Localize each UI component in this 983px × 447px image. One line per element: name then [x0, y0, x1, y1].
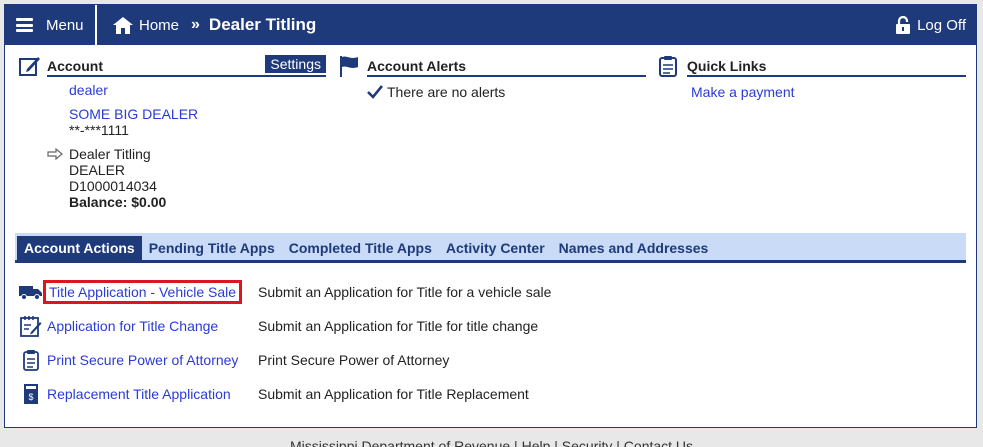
checkmark-icon [367, 85, 383, 99]
svg-text:$: $ [28, 392, 33, 402]
breadcrumb: Home » Dealer Titling [113, 15, 316, 35]
dealer-name-link[interactable]: SOME BIG DEALER [69, 106, 326, 122]
alerts-panel-header: Account Alerts [340, 55, 646, 77]
tab-names-and-addresses[interactable]: Names and Addresses [552, 236, 716, 260]
footer-separator: | [510, 438, 522, 447]
menu-label: Menu [46, 16, 84, 34]
action-description: Submit an Application for Title for titl… [258, 318, 539, 334]
breadcrumb-separator: » [191, 16, 200, 33]
action-link-replacement-title[interactable]: Replacement Title Application [45, 386, 256, 402]
arrow-right-icon [47, 148, 63, 160]
action-description: Submit an Application for Title for a ve… [258, 284, 552, 300]
action-item: Application for Title Change Submit an A… [17, 309, 957, 343]
home-icon [113, 16, 133, 34]
clipboard-icon [17, 349, 45, 371]
footer-separator: | [550, 438, 562, 447]
service-row: Dealer Titling [47, 146, 326, 162]
footer-separator: | [612, 438, 624, 447]
user-link[interactable]: dealer [69, 82, 326, 98]
make-payment-link[interactable]: Make a payment [691, 84, 966, 100]
quick-links-header: Quick Links [659, 55, 966, 77]
tab-completed-title-apps[interactable]: Completed Title Apps [282, 236, 439, 260]
alerts-title: Account Alerts [367, 58, 467, 74]
highlight-box[interactable]: Title Application - Vehicle Sale [42, 280, 243, 304]
action-link-title-change[interactable]: Application for Title Change [45, 318, 256, 334]
account-panel: Account Settings dealer SOME BIG DEALER … [19, 55, 326, 210]
clipboard-icon [659, 56, 677, 77]
quick-links-title: Quick Links [687, 58, 767, 74]
lock-icon [896, 16, 911, 34]
balance: Balance: $0.00 [69, 194, 167, 210]
tab-bar: Account Actions Pending Title Apps Compl… [15, 233, 966, 263]
action-item: $ Replacement Title Application Submit a… [17, 377, 957, 411]
tab-account-actions[interactable]: Account Actions [17, 236, 142, 260]
footer-link-contact[interactable]: Contact Us [624, 438, 693, 447]
alerts-panel: Account Alerts There are no alerts [340, 55, 646, 100]
page-title: Dealer Titling [208, 15, 317, 34]
action-item: Print Secure Power of Attorney Print Sec… [17, 343, 957, 377]
alerts-message-row: There are no alerts [367, 84, 646, 100]
service-name: Dealer Titling [69, 146, 151, 162]
account-details: dealer SOME BIG DEALER **-***1111 Dealer… [47, 82, 326, 210]
masked-account-id: **-***1111 [69, 122, 129, 138]
home-label: Home [139, 16, 180, 34]
settings-button[interactable]: Settings [265, 55, 326, 73]
account-panel-header: Account Settings [19, 55, 326, 77]
home-link[interactable]: Home [113, 16, 180, 34]
summary-panels: Account Settings dealer SOME BIG DEALER … [5, 45, 976, 230]
action-item: Title Application - Vehicle Sale Submit … [17, 275, 957, 309]
footer-link-dor[interactable]: Mississippi Department of Revenue [290, 438, 510, 447]
hamburger-icon [16, 18, 33, 32]
tab-activity-center[interactable]: Activity Center [439, 236, 552, 260]
action-link-power-of-attorney[interactable]: Print Secure Power of Attorney [45, 352, 256, 368]
quick-links-panel: Quick Links Make a payment [659, 55, 966, 100]
account-title: Account [47, 58, 103, 74]
footer: Mississippi Department of Revenue | Help… [0, 438, 983, 447]
certificate-icon: $ [17, 383, 45, 405]
action-description: Submit an Application for Title Replacem… [258, 386, 529, 402]
menu-button[interactable]: Menu [5, 5, 97, 45]
alerts-message: There are no alerts [387, 84, 506, 100]
logoff-button[interactable]: Log Off [896, 5, 966, 45]
service-id: D1000014034 [69, 178, 157, 194]
truck-icon [17, 284, 45, 300]
action-link-vehicle-sale[interactable]: Title Application - Vehicle Sale [42, 280, 256, 304]
edit-icon [19, 57, 40, 76]
tab-pending-title-apps[interactable]: Pending Title Apps [142, 236, 282, 260]
edit-calendar-icon [17, 315, 45, 337]
top-bar: Menu Home » Dealer Titling Log Off [5, 5, 976, 45]
quick-links-list: Make a payment [687, 84, 966, 100]
service-type: DEALER [69, 162, 126, 178]
flag-icon [340, 56, 358, 77]
footer-link-help[interactable]: Help [522, 438, 551, 447]
logoff-label: Log Off [917, 16, 966, 34]
main-frame: Menu Home » Dealer Titling Log Off Accou… [4, 4, 977, 428]
footer-link-security[interactable]: Security [562, 438, 613, 447]
action-list: Title Application - Vehicle Sale Submit … [17, 275, 957, 411]
action-description: Print Secure Power of Attorney [258, 352, 450, 368]
